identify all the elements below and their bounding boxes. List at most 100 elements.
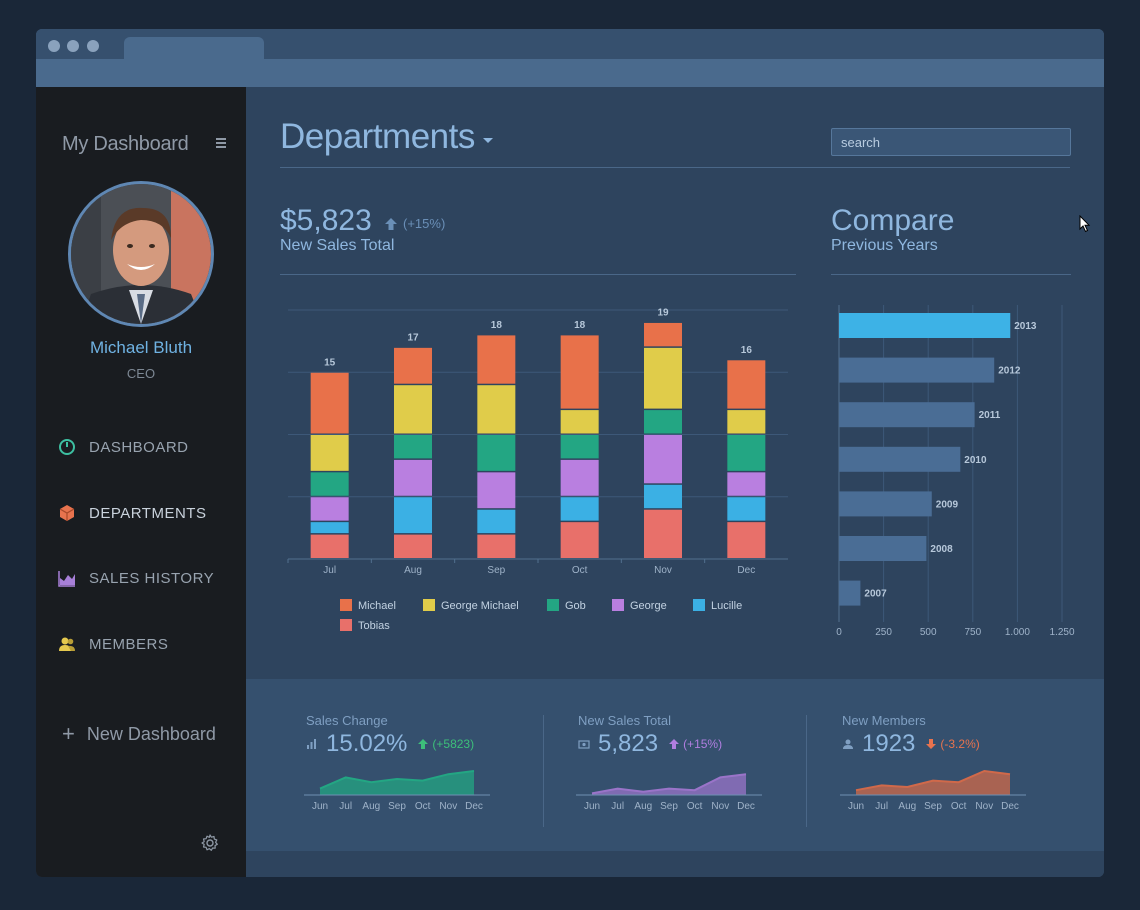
sparkline-tick-label: Dec <box>465 801 483 812</box>
new-dashboard-button[interactable]: + New Dashboard <box>62 723 216 745</box>
sparkline-tick-label: Sep <box>388 801 406 812</box>
bar-segment <box>394 534 432 558</box>
user-role: CEO <box>126 366 156 381</box>
bar-year-label: 2007 <box>864 589 887 600</box>
legend-item: Lucille <box>693 599 742 612</box>
gear-icon[interactable] <box>200 833 220 853</box>
x-tick-label: 500 <box>920 627 937 635</box>
stats-footer: Sales Change 15.02% (+5823) Jun Jul Aug Sep… <box>246 679 1104 851</box>
new-dashboard-label: New Dashboard <box>86 723 216 744</box>
window-maximize-dot[interactable] <box>87 40 99 52</box>
page-title[interactable]: Departments <box>280 117 475 157</box>
bar-segment <box>727 497 766 521</box>
legend-label: Tobias <box>358 620 390 632</box>
bar-segment <box>394 385 432 434</box>
chevron-down-icon[interactable] <box>483 138 493 143</box>
x-tick-label: 0 <box>836 627 842 635</box>
legend-swatch <box>547 599 559 611</box>
stat-title: Sales Change <box>306 713 388 728</box>
arrow-up-icon <box>418 739 429 749</box>
x-tick-label: Dec <box>737 565 755 576</box>
stat-title: New Members <box>842 713 926 728</box>
x-tick-label: Oct <box>572 565 588 576</box>
sparkline-tick-label: Jun <box>584 801 600 812</box>
menu-icon[interactable] <box>216 138 226 148</box>
nav-item-sales-history[interactable]: SALES HISTORY <box>58 566 214 590</box>
stat-delta: (+5823) <box>417 737 474 751</box>
sparkline-tick-label: Jul <box>611 801 624 812</box>
bar-segment <box>477 385 516 434</box>
search-input[interactable] <box>831 128 1071 156</box>
sparkline-tick-label: Aug <box>634 801 652 812</box>
bar-segment <box>727 522 766 558</box>
legend-swatch <box>612 599 624 611</box>
user-icon <box>842 738 854 750</box>
window-close-dot[interactable] <box>48 40 60 52</box>
bar-segment <box>644 410 682 434</box>
avatar[interactable] <box>68 181 214 327</box>
sparkline-tick-label: Aug <box>898 801 916 812</box>
stat-value: 1923 <box>862 730 916 757</box>
money-icon <box>578 738 590 750</box>
bar-segment <box>394 347 432 384</box>
bar-segment <box>727 472 766 496</box>
sales-total-value: $5,823 <box>280 204 372 237</box>
mouse-cursor-icon <box>1079 215 1091 233</box>
user-name[interactable]: Michael Bluth <box>36 338 246 358</box>
bar-segment <box>644 322 682 347</box>
new-members-sparkline: Jun Jul Aug Sep Oct Nov Dec <box>840 769 1026 812</box>
footer-strip <box>246 851 1104 877</box>
legend-item: George <box>612 599 667 612</box>
users-icon <box>58 635 76 653</box>
legend-label: George Michael <box>441 600 519 612</box>
bar-segment <box>477 534 516 558</box>
window-minimize-dot[interactable] <box>67 40 79 52</box>
sparkline-tick-label: Dec <box>1001 801 1019 812</box>
bar-segment <box>560 435 599 459</box>
legend-item: Gob <box>547 599 586 612</box>
sparkline-tick-label: Nov <box>711 801 729 812</box>
sales-change-sparkline: Jun Jul Aug Sep Oct Nov Dec <box>304 770 490 812</box>
sales-label: New Sales Total <box>280 237 395 254</box>
x-tick-label: 250 <box>875 627 892 635</box>
bar-year-label: 2008 <box>930 544 953 555</box>
legend-label: Gob <box>565 600 586 612</box>
bar-segment <box>477 509 516 534</box>
nav-item-members[interactable]: MEMBERS <box>58 632 168 656</box>
sidebar: My Dashboard Michael Bluth CEO DASHBOARD… <box>36 87 246 877</box>
sparkline-tick-label: Jul <box>875 801 888 812</box>
bar-total-label: 19 <box>657 307 669 318</box>
nav-item-dashboard[interactable]: DASHBOARD <box>58 435 189 459</box>
legend-label: Michael <box>358 600 396 612</box>
nav-label: MEMBERS <box>89 635 169 653</box>
bar-year-label: 2009 <box>936 499 959 510</box>
nav-label: SALES HISTORY <box>89 569 215 587</box>
x-tick-label: 1,000 <box>1005 627 1030 635</box>
browser-toolbar <box>36 59 1104 87</box>
stat-value-row: 15.02% (+5823) <box>306 730 474 758</box>
bar-segment <box>560 497 599 521</box>
compare-title: Compare <box>831 204 955 237</box>
bar-segment <box>477 435 516 471</box>
legend-swatch <box>693 599 705 611</box>
legend-swatch <box>423 599 435 611</box>
bar-segment <box>477 472 516 509</box>
compare-divider <box>831 274 1071 275</box>
header-divider <box>280 167 1070 168</box>
legend-label: George <box>630 600 667 612</box>
year-bar <box>839 536 927 561</box>
stat-new-sales-total: New Sales Total 5,823 (+15%) Jun Jul Aug Se… <box>576 679 838 851</box>
bar-segment <box>394 435 432 459</box>
stat-delta-text: (+15%) <box>683 737 723 751</box>
sales-delta-text: (+15%) <box>403 216 446 231</box>
bar-total-label: 15 <box>324 357 336 368</box>
legend-label: Lucille <box>711 600 742 612</box>
bar-segment <box>477 335 516 384</box>
nav-label: DASHBOARD <box>89 438 189 456</box>
sparkline-tick-label: Aug <box>362 801 380 812</box>
bar-segment <box>560 410 599 434</box>
x-tick-label: 1,250 <box>1049 627 1074 635</box>
browser-tab[interactable] <box>124 37 264 59</box>
nav-item-departments[interactable]: DEPARTMENTS <box>58 501 206 525</box>
avatar-photo <box>71 184 211 324</box>
